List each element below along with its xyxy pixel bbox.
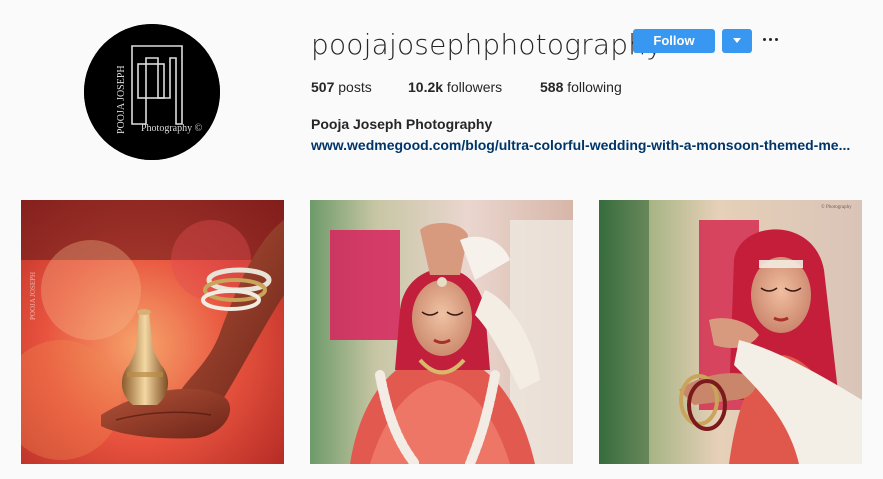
caret-down-icon (733, 38, 741, 43)
post-image (310, 200, 573, 464)
followers-stat[interactable]: 10.2k followers (408, 78, 502, 96)
posts-stat: 507 posts (311, 78, 372, 96)
following-count: 588 (540, 79, 564, 95)
post-thumbnail[interactable] (310, 200, 573, 464)
post-image: © Photography (599, 200, 862, 464)
logo-icon: POOJA JOSEPH Photography © (84, 24, 220, 160)
post-thumbnail[interactable]: POOJA JOSEPH (21, 200, 284, 464)
profile-page: POOJA JOSEPH Photography © poojajosephph… (0, 0, 883, 479)
post-image: POOJA JOSEPH (21, 200, 284, 464)
suggested-dropdown-button[interactable] (722, 29, 752, 53)
username: poojajosephphotography (311, 28, 663, 61)
posts-label: posts (334, 79, 372, 95)
ellipsis-icon (769, 38, 772, 41)
followers-label: followers (443, 79, 503, 95)
posts-count: 507 (311, 79, 335, 95)
follow-button[interactable]: Follow (633, 29, 715, 53)
watermark-text: POOJA JOSEPH (29, 272, 37, 320)
avatar[interactable]: POOJA JOSEPH Photography © (84, 24, 220, 160)
ellipsis-icon (763, 38, 766, 41)
watermark-text: © Photography (821, 204, 852, 210)
following-label: following (563, 79, 622, 95)
website-link[interactable]: www.wedmegood.com/blog/ultra-colorful-we… (311, 136, 863, 154)
followers-count: 10.2k (408, 79, 444, 95)
logo-vertical-text: POOJA JOSEPH (116, 65, 127, 134)
ellipsis-icon (775, 38, 778, 41)
logo-bottom-text: Photography © (141, 123, 203, 134)
following-stat[interactable]: 588 following (540, 78, 622, 96)
full-name: Pooja Joseph Photography (311, 116, 493, 132)
more-options-button[interactable] (762, 30, 780, 50)
post-thumbnail[interactable]: © Photography (599, 200, 862, 464)
